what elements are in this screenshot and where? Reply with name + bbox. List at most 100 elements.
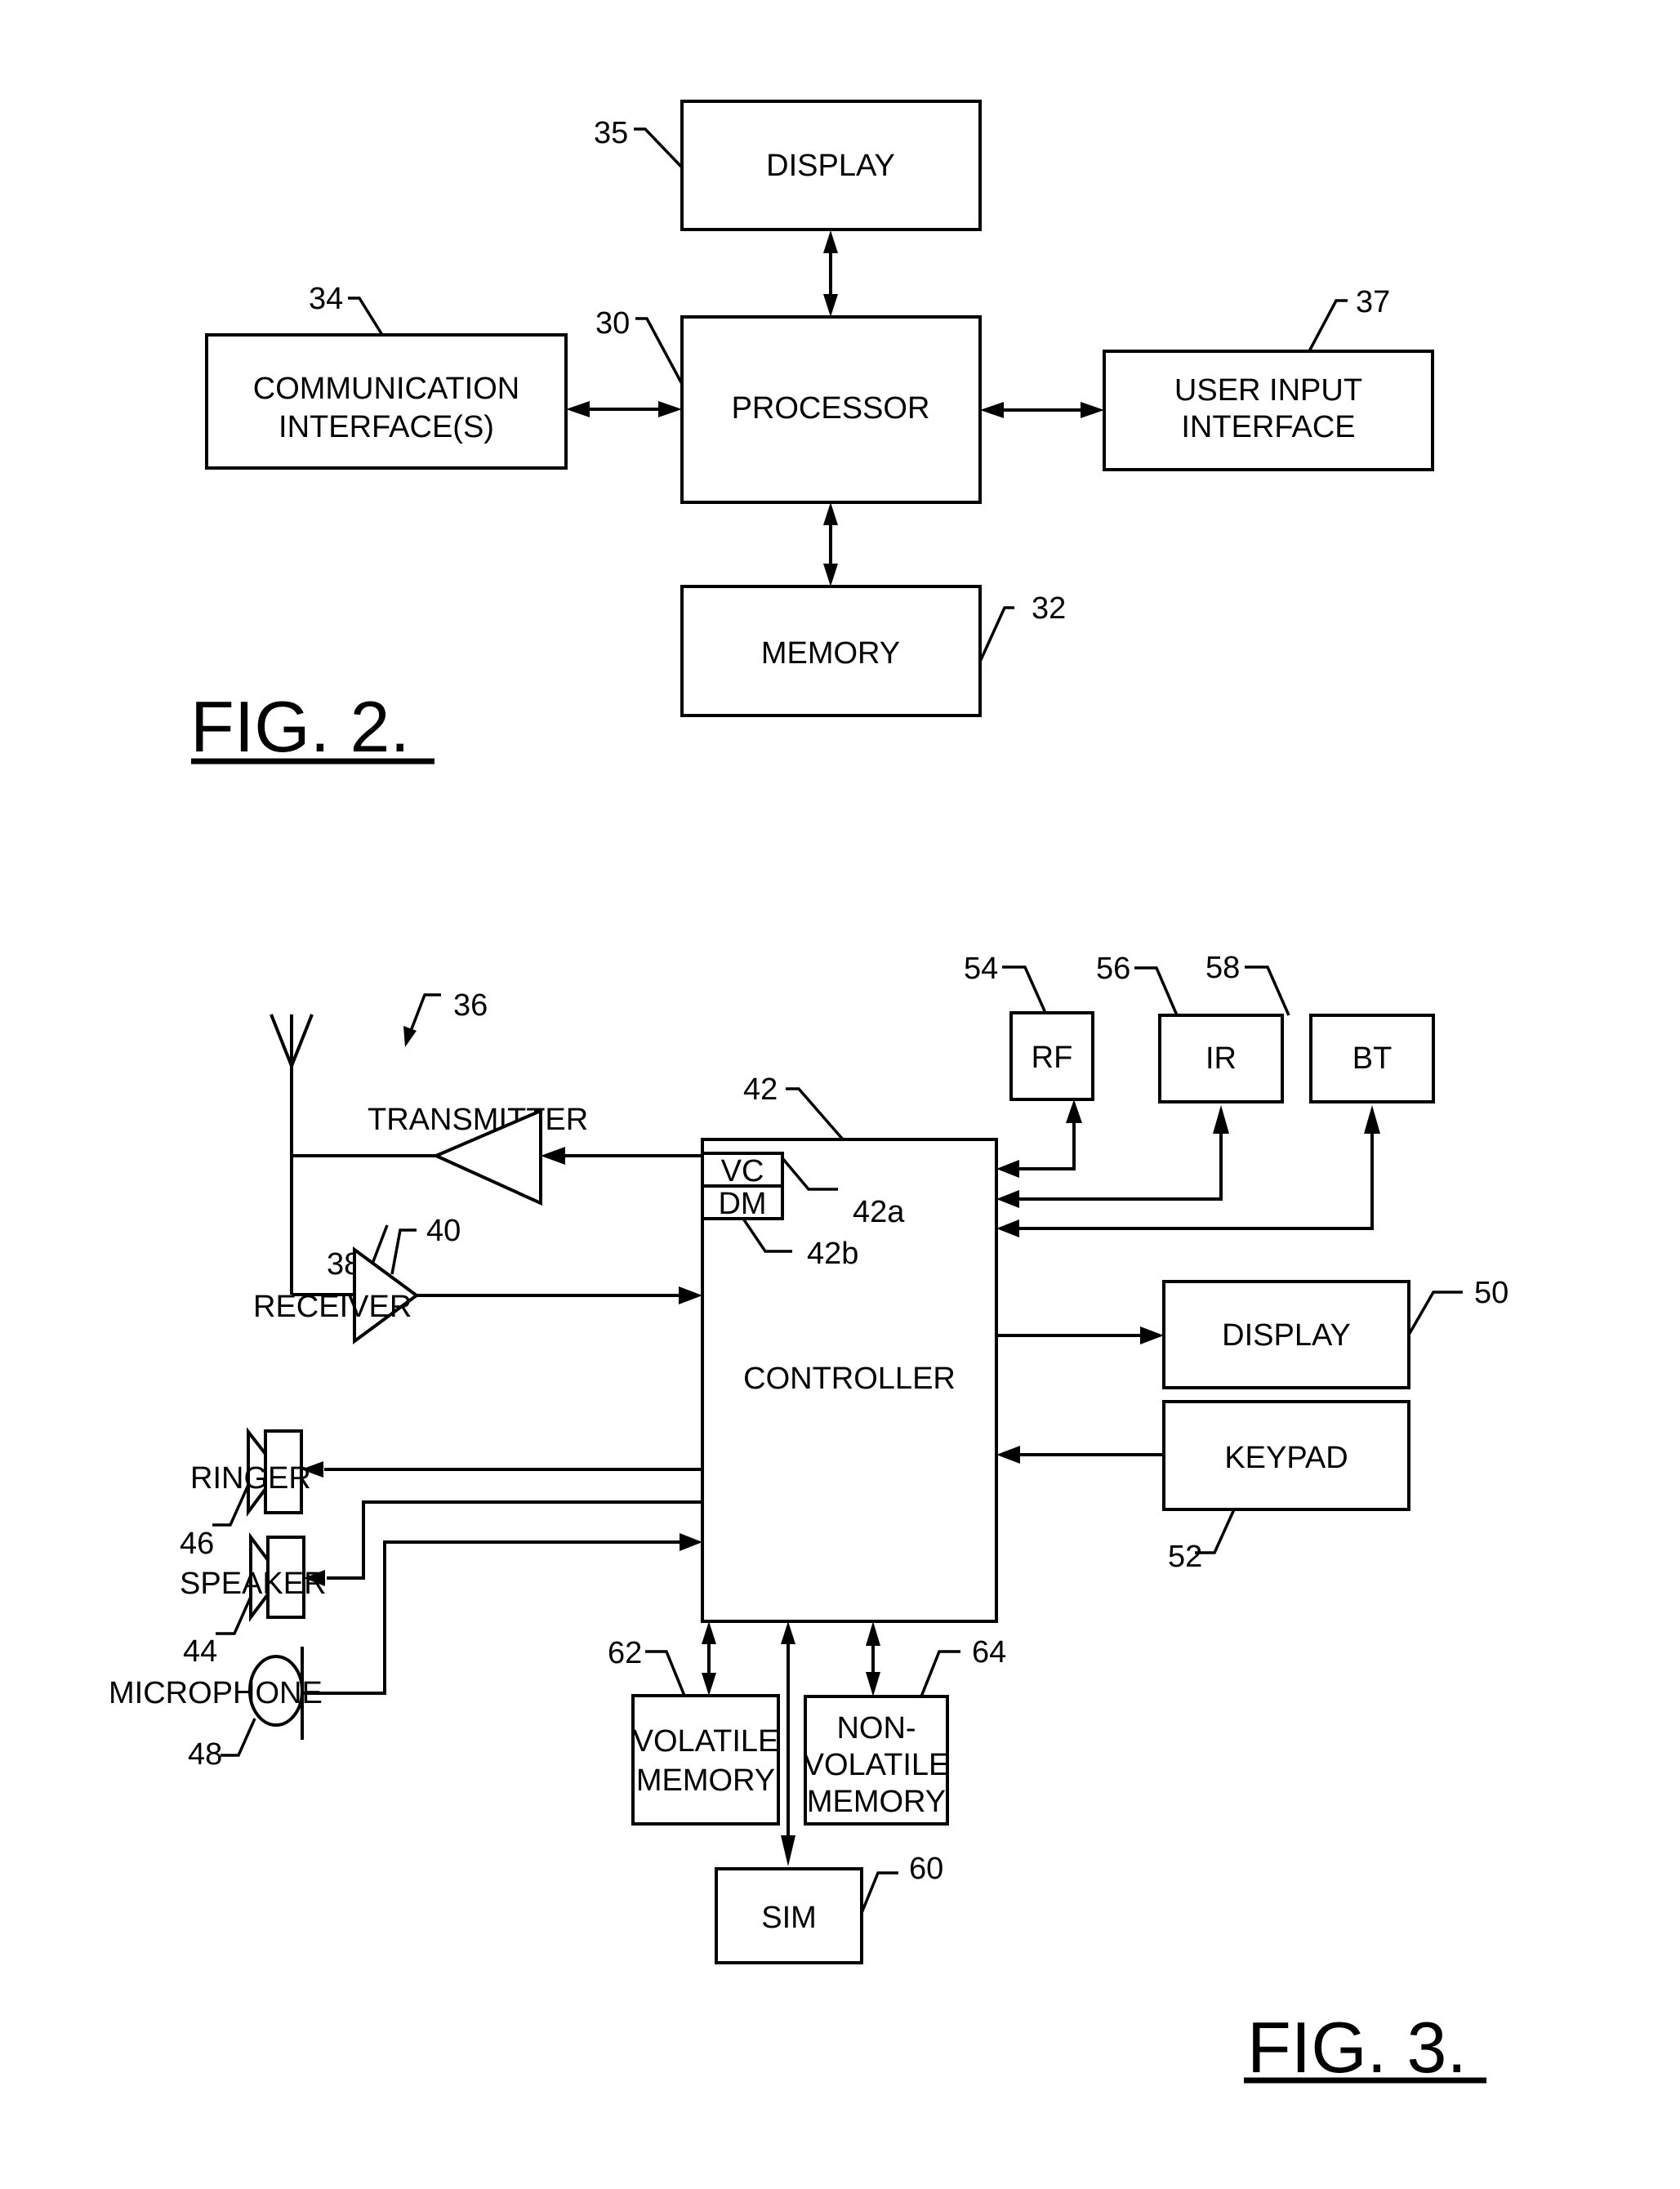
fig3-rf-leader — [1002, 965, 1047, 1014]
fig3-non-volatile-memory-block: NON- VOLATILE MEMORY — [804, 1695, 950, 1826]
fig2-processor-leader — [635, 317, 684, 385]
arrowhead-down — [702, 1673, 716, 1696]
fig3-keypad-block: KEYPAD — [1162, 1400, 1410, 1511]
arrowhead-right — [679, 1286, 702, 1304]
arrowhead-up — [1213, 1105, 1229, 1134]
fig2-user-input-label-line2: INTERFACE — [1181, 410, 1355, 444]
fig3-nonvolatile-leader — [920, 1650, 960, 1697]
fig3-speaker-label: SPEAKER — [180, 1567, 327, 1601]
fig3-connector-controller-display — [996, 1326, 1164, 1344]
arrowhead-right — [1081, 402, 1104, 418]
fig3-volatile-leader — [645, 1650, 686, 1696]
arrowhead-down — [823, 564, 838, 586]
fig2-display-leader — [634, 127, 684, 169]
fig3-nonvolatile-label-line3: MEMORY — [807, 1785, 946, 1819]
arrowhead-up — [1066, 1099, 1082, 1123]
fig3-keypad-ref: 52 — [1168, 1540, 1202, 1574]
fig3-ringer-label: RINGER — [190, 1461, 311, 1496]
fig3-connector-controller-nonvolatile — [866, 1621, 880, 1696]
fig3-volatile-memory-block: VOLATILE MEMORY — [631, 1694, 780, 1826]
figure-3: 36 TRANSMITTER 38 RECEIVER 40 CONTROLLER… — [109, 951, 1508, 2088]
fig2-connector-processor-memory — [823, 502, 838, 586]
fig3-connector-controller-bt — [996, 1105, 1380, 1237]
fig3-rf-label: RF — [1032, 1041, 1073, 1075]
fig3-connector-receiver-controller — [417, 1286, 702, 1304]
arrowhead-up — [781, 1621, 795, 1644]
fig2-memory-label: MEMORY — [761, 636, 900, 671]
fig3-connector-controller-ir — [996, 1105, 1229, 1208]
fig2-communication-interface-block: COMMUNICATION INTERFACE(S) — [205, 333, 568, 470]
fig3-microphone-ref: 48 — [188, 1737, 222, 1772]
fig3-vc-label: VC — [721, 1154, 764, 1188]
arrowhead-left — [996, 1219, 1019, 1237]
fig2-title: FIG. 2. — [190, 686, 410, 767]
arrowhead-right — [658, 401, 682, 417]
fig3-speaker-ref: 44 — [183, 1634, 217, 1669]
fig2-memory-block: MEMORY — [680, 585, 982, 717]
patent-diagram: DISPLAY 35 PROCESSOR 30 COMMUNICATION IN… — [109, 100, 1508, 2088]
fig2-memory-ref: 32 — [1032, 591, 1066, 626]
fig3-device-ref: 36 — [453, 988, 488, 1023]
fig3-title: FIG. 3. — [1247, 2007, 1467, 2088]
fig3-sim-ref: 60 — [909, 1852, 943, 1886]
fig3-connector-controller-ringer — [301, 1461, 702, 1478]
fig2-display-block: DISPLAY — [680, 100, 982, 231]
arrowhead-left — [996, 1160, 1019, 1178]
arrowhead-left — [541, 1147, 565, 1165]
arrowhead-up — [1364, 1105, 1380, 1134]
figure-2: DISPLAY 35 PROCESSOR 30 COMMUNICATION IN… — [190, 100, 1434, 767]
arrowhead-down — [866, 1672, 880, 1696]
fig3-dm-label: DM — [718, 1187, 766, 1221]
arrowhead-right — [680, 1533, 702, 1551]
fig3-volatile-label-line1: VOLATILE — [633, 1724, 779, 1759]
fig3-bt-ref: 58 — [1205, 951, 1240, 985]
fig3-display-block: DISPLAY — [1162, 1280, 1410, 1389]
arrowhead-down — [823, 294, 838, 317]
fig3-ir-ref: 56 — [1096, 952, 1130, 986]
fig2-user-input-label-line1: USER INPUT — [1174, 373, 1362, 408]
fig2-communication-label-line1: COMMUNICATION — [253, 372, 520, 406]
fig3-controller-ref: 42 — [743, 1072, 778, 1107]
fig3-connector-controller-transmitter — [541, 1147, 702, 1165]
fig3-nonvolatile-ref: 64 — [972, 1635, 1006, 1670]
fig3-dm-ref: 42b — [807, 1237, 858, 1271]
fig3-microphone-leader — [221, 1718, 256, 1757]
arrowhead-right — [1140, 1326, 1164, 1344]
fig3-receiver-ref: 40 — [426, 1214, 461, 1248]
fig3-vc-block: VC — [701, 1152, 784, 1188]
fig3-connector-controller-volatile — [702, 1621, 716, 1696]
fig2-communication-label-line2: INTERFACE(S) — [279, 410, 494, 444]
fig2-connector-processor-user-input — [980, 402, 1104, 418]
fig2-communication-ref: 34 — [309, 282, 343, 316]
fig3-speaker-leader — [216, 1596, 252, 1635]
fig2-processor-label: PROCESSOR — [732, 391, 930, 426]
fig2-user-input-leader — [1308, 299, 1348, 352]
arrowhead-up — [702, 1621, 716, 1644]
fig3-microphone-label: MICROPHONE — [109, 1676, 323, 1710]
fig3-volatile-label-line2: MEMORY — [636, 1763, 775, 1798]
arrowhead-up — [823, 230, 838, 253]
fig3-sim-block: SIM — [715, 1867, 863, 1964]
fig2-connector-processor-communication — [566, 401, 682, 417]
fig3-connector-controller-rf — [996, 1099, 1082, 1178]
fig3-ir-label: IR — [1205, 1041, 1237, 1076]
fig3-controller-leader — [786, 1087, 844, 1141]
fig3-sim-label: SIM — [761, 1901, 817, 1935]
fig3-device-arrowhead — [403, 1026, 417, 1047]
fig3-ir-leader — [1134, 966, 1179, 1016]
fig3-sim-leader — [860, 1871, 898, 1914]
fig3-display-leader — [1407, 1291, 1463, 1335]
fig3-connector-controller-speaker — [304, 1500, 702, 1586]
fig3-bt-block: BT — [1309, 1014, 1435, 1103]
fig2-processor-ref: 30 — [595, 306, 630, 341]
fig3-connector-keypad-controller — [996, 1446, 1164, 1464]
fig3-connector-controller-sim — [781, 1621, 795, 1866]
fig2-processor-block: PROCESSOR — [680, 315, 982, 504]
fig2-display-ref: 35 — [594, 116, 628, 150]
fig3-rf-block: RF — [1009, 1011, 1094, 1101]
fig3-nonvolatile-label-line2: VOLATILE — [804, 1748, 950, 1782]
fig2-communication-leader — [348, 296, 384, 336]
fig3-ringer-ref: 46 — [180, 1527, 214, 1561]
arrowhead-left — [996, 1190, 1019, 1208]
fig3-volatile-ref: 62 — [608, 1636, 642, 1670]
